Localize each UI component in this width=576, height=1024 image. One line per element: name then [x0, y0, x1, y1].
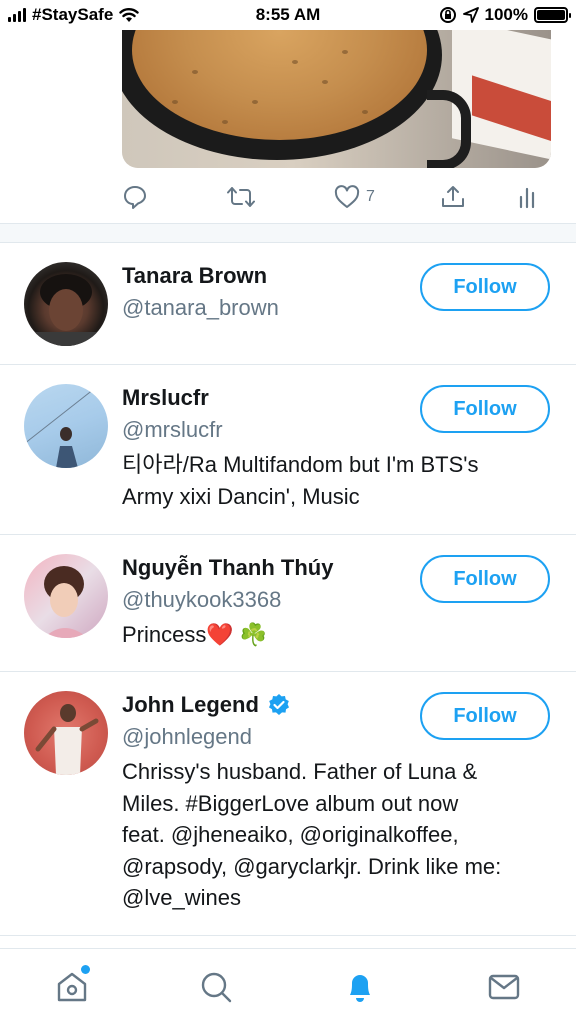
- tab-search[interactable]: [196, 967, 236, 1007]
- home-icon: [57, 972, 87, 1002]
- avatar[interactable]: [24, 554, 108, 638]
- notifications-icon: [350, 975, 370, 1002]
- bottom-tab-bar: [0, 948, 576, 1024]
- user-handle: @tanara_brown: [122, 295, 279, 320]
- user-handle: @thuykook3368: [122, 587, 282, 612]
- screen-rotation-lock-icon: [439, 7, 456, 23]
- tab-notifications[interactable]: [340, 967, 380, 1007]
- user-bio: Princess❤️ ☘️: [122, 622, 268, 647]
- user-row[interactable]: John Legend @johnlegend Chrissy's husban…: [0, 672, 576, 936]
- reply-button[interactable]: [122, 180, 148, 214]
- user-row[interactable]: Tanara Brown @tanara_brown Follow: [0, 243, 576, 365]
- tweet-image[interactable]: [122, 30, 551, 168]
- status-right: 100%: [439, 5, 571, 25]
- messages-icon: [488, 974, 520, 1000]
- tab-home[interactable]: [52, 965, 92, 1007]
- user-name[interactable]: Mrslucfr: [122, 385, 209, 411]
- user-handle: @johnlegend: [122, 724, 252, 749]
- follow-button[interactable]: Follow: [420, 385, 550, 433]
- analytics-button[interactable]: [518, 180, 540, 214]
- user-name[interactable]: Tanara Brown: [122, 263, 267, 289]
- like-button[interactable]: 7: [334, 180, 375, 214]
- reply-icon: [124, 186, 146, 209]
- user-row[interactable]: Nguyễn Thanh Thúy @thuykook3368 Princess…: [0, 535, 576, 672]
- user-handle: @mrslucfr: [122, 417, 223, 442]
- share-button[interactable]: [440, 180, 466, 214]
- status-bar: #StaySafe 8:55 AM 100%: [0, 0, 576, 32]
- user-bio: 티아라/Ra Multifandom but I'm BTS's Army xi…: [122, 452, 479, 509]
- tweet-actions: 7: [122, 180, 551, 214]
- tab-messages[interactable]: [484, 967, 524, 1007]
- user-name[interactable]: John Legend: [122, 692, 291, 718]
- analytics-icon: [519, 187, 535, 209]
- share-icon: [442, 186, 464, 207]
- user-name[interactable]: Nguyễn Thanh Thúy: [122, 555, 333, 581]
- retweet-icon: [227, 187, 255, 207]
- battery-icon: [534, 7, 571, 23]
- battery-percent: 100%: [484, 5, 528, 24]
- follow-button[interactable]: Follow: [420, 555, 550, 603]
- user-row[interactable]: Mrslucfr @mrslucfr 티아라/Ra Multifandom bu…: [0, 365, 576, 535]
- verified-badge-icon: [268, 694, 289, 715]
- section-separator: [0, 223, 576, 243]
- avatar[interactable]: [24, 262, 108, 346]
- follow-button[interactable]: Follow: [420, 692, 550, 740]
- location-icon: [462, 7, 479, 23]
- retweet-button[interactable]: [226, 180, 256, 214]
- search-icon: [201, 972, 232, 1003]
- heart-icon: [334, 185, 360, 208]
- follow-button[interactable]: Follow: [420, 263, 550, 311]
- like-count: 7: [366, 188, 375, 205]
- avatar[interactable]: [24, 384, 108, 468]
- battery-fill: [537, 10, 565, 20]
- avatar[interactable]: [24, 691, 108, 775]
- user-bio: Chrissy's husband. Father of Luna & Mile…: [122, 759, 502, 910]
- new-content-dot: [81, 965, 90, 974]
